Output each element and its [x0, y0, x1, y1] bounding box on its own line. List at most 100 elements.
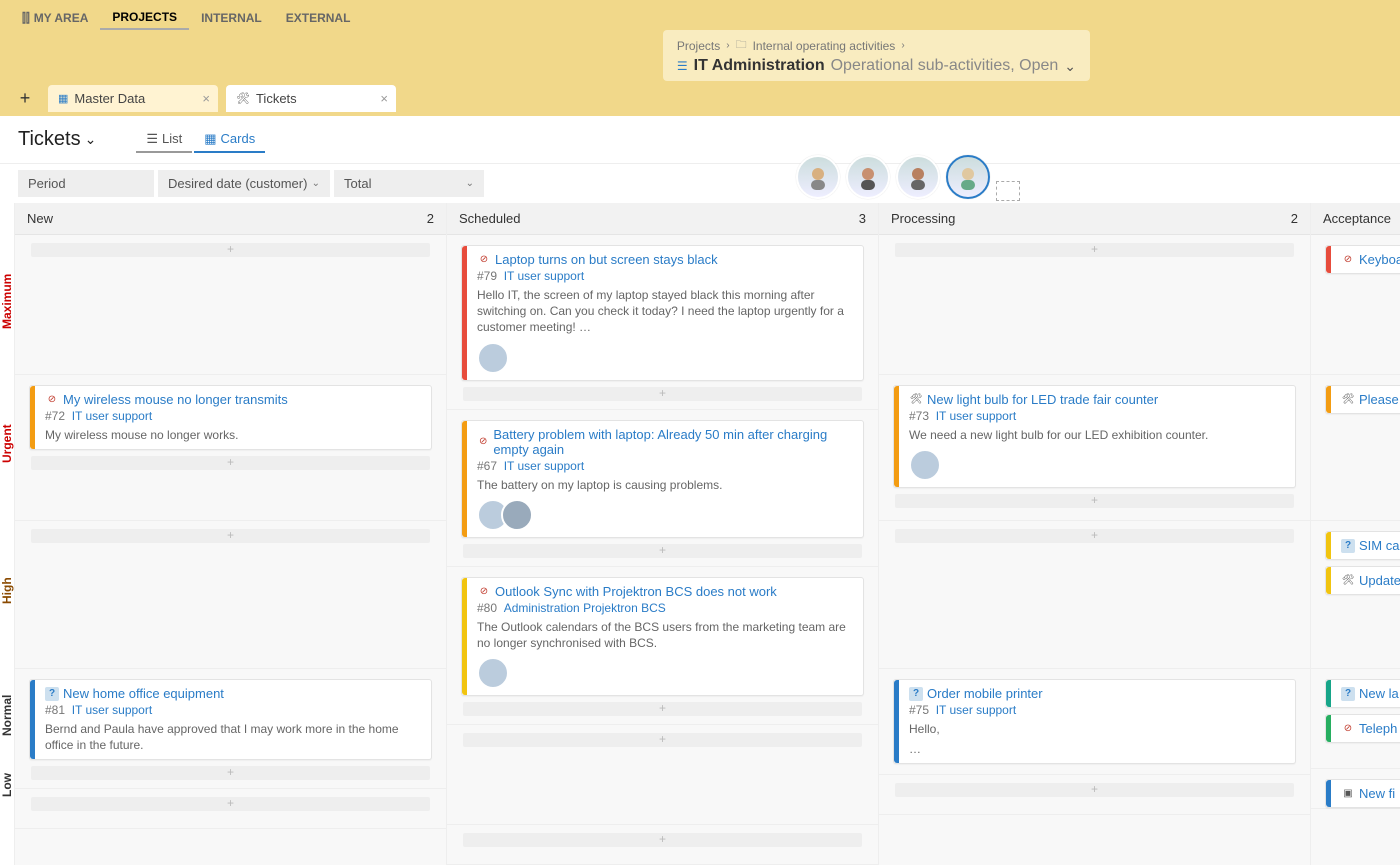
prio-high: High	[0, 517, 14, 665]
top-nav: ⫿⫿ MY AREA PROJECTS INTERNAL EXTERNAL Pr…	[0, 0, 1400, 80]
lane-title: New	[27, 211, 53, 226]
card-67[interactable]: ⊘Battery problem with laptop: Already 50…	[461, 420, 864, 538]
breadcrumb-projects[interactable]: Projects	[677, 39, 720, 53]
add-card-button[interactable]: +	[31, 797, 430, 811]
chevron-right-icon: ›	[726, 40, 729, 51]
card-keyboard[interactable]: ⊘Keyboa	[1325, 245, 1400, 274]
lane-title: Acceptance	[1323, 211, 1391, 226]
question-icon: ?	[1341, 539, 1355, 553]
avatar-icon[interactable]	[477, 657, 509, 689]
add-card-button[interactable]: +	[895, 494, 1294, 508]
page-title[interactable]: Tickets ⌄	[18, 128, 96, 151]
wrench-icon: 🛠	[909, 393, 923, 407]
card-assignees	[477, 499, 853, 531]
project-link[interactable]: IT user support	[72, 409, 152, 423]
nav-tab-projects[interactable]: PROJECTS	[100, 6, 189, 30]
card-80[interactable]: ⊘Outlook Sync with Projektron BCS does n…	[461, 577, 864, 696]
avatar-icon[interactable]	[909, 449, 941, 481]
card-newfi[interactable]: ▣New fi	[1325, 779, 1400, 808]
project-link[interactable]: IT user support	[72, 703, 152, 717]
chevron-down-icon: ⌄	[466, 178, 474, 189]
error-icon: ⊘	[477, 253, 491, 267]
close-icon[interactable]: ×	[202, 91, 210, 106]
project-link[interactable]: IT user support	[936, 409, 1016, 423]
list-icon: ☰	[677, 59, 688, 73]
filter-desired-date[interactable]: Desired date (customer) ⌄	[158, 170, 330, 197]
nav-tab-my-area[interactable]: ⫿⫿ MY AREA	[10, 6, 100, 30]
card-update[interactable]: 🛠Update	[1325, 566, 1400, 595]
lane-scheduled: Scheduled 3 ⊘Laptop turns on but screen s…	[446, 203, 878, 865]
breadcrumb-internal[interactable]: Internal operating activities	[753, 39, 896, 53]
view-cards-button[interactable]: ▦ Cards	[194, 127, 265, 153]
lane-count: 2	[427, 211, 434, 226]
breadcrumb-sub: Operational sub-activities, Open	[831, 57, 1059, 75]
breadcrumb: Projects › 🗀 Internal operating activiti…	[663, 30, 1090, 81]
filter-total[interactable]: Total ⌄	[334, 170, 484, 197]
add-card-button[interactable]: +	[31, 529, 430, 543]
card-79[interactable]: ⊘Laptop turns on but screen stays black …	[461, 245, 864, 381]
wrench-icon: 🛠	[1341, 393, 1355, 407]
error-icon: ⊘	[477, 435, 489, 449]
error-icon: ⊘	[45, 393, 59, 407]
view-switch: ☰ List ▦ Cards	[136, 127, 265, 153]
wrench-icon: 🛠	[1341, 574, 1355, 588]
add-card-button[interactable]: +	[895, 529, 1294, 543]
nav-tab-internal[interactable]: INTERNAL	[189, 6, 274, 30]
project-link[interactable]: IT user support	[504, 459, 584, 473]
card-newla[interactable]: ?New la	[1325, 679, 1400, 708]
filter-row: Period Desired date (customer) ⌄ Total ⌄	[0, 164, 1400, 203]
card-75[interactable]: ?Order mobile printer #75 IT user suppor…	[893, 679, 1296, 764]
add-card-button[interactable]: +	[895, 783, 1294, 797]
close-icon[interactable]: ×	[380, 91, 388, 106]
add-card-button[interactable]: +	[31, 456, 430, 470]
add-card-button[interactable]: +	[463, 733, 862, 747]
add-card-button[interactable]: +	[463, 387, 862, 401]
project-link[interactable]: IT user support	[504, 269, 584, 283]
avatar-icon[interactable]	[501, 499, 533, 531]
chevron-right-icon: ›	[901, 40, 904, 51]
lane-count: 3	[859, 211, 866, 226]
avatar-icon[interactable]	[477, 342, 509, 374]
card-73[interactable]: 🛠New light bulb for LED trade fair count…	[893, 385, 1296, 488]
prio-low: Low	[0, 765, 14, 805]
card-sim[interactable]: ?SIM ca	[1325, 531, 1400, 560]
view-list-button[interactable]: ☰ List	[136, 127, 192, 153]
folder-icon: 🗀	[736, 36, 747, 55]
add-card-button[interactable]: +	[31, 243, 430, 257]
breadcrumb-path: Projects › 🗀 Internal operating activiti…	[677, 36, 1076, 55]
project-link[interactable]: Administration Projektron BCS	[504, 601, 666, 615]
exclaim-icon: ⫿⫿	[22, 11, 30, 26]
add-card-button[interactable]: +	[895, 243, 1294, 257]
card-please[interactable]: 🛠Please	[1325, 385, 1400, 414]
list-icon: ☰	[146, 131, 158, 147]
lane-title: Scheduled	[459, 211, 520, 226]
tab-tickets[interactable]: 🛠 Tickets ×	[226, 85, 396, 112]
prio-normal: Normal	[0, 665, 14, 765]
add-card-button[interactable]: +	[31, 766, 430, 780]
card-72[interactable]: ⊘My wireless mouse no longer transmits #…	[29, 385, 432, 450]
card-assignees	[477, 657, 853, 689]
error-icon: ⊘	[1341, 722, 1355, 736]
question-icon: ?	[45, 687, 59, 701]
add-card-button[interactable]: +	[463, 833, 862, 847]
lane-processing: Processing2 + 🛠New light bulb for LED tr…	[878, 203, 1310, 865]
tab-master-data[interactable]: ▦ Master Data ×	[48, 85, 218, 112]
board: Maximum Urgent High Normal Low New2 + ⊘M…	[0, 203, 1400, 865]
filter-period[interactable]: Period	[18, 170, 154, 197]
nav-tab-external[interactable]: EXTERNAL	[274, 6, 363, 30]
prio-maximum: Maximum	[0, 231, 14, 371]
lane-acceptance: Acceptance ⊘Keyboa 🛠Please ?SIM ca 🛠Upda…	[1310, 203, 1400, 865]
card-teleph[interactable]: ⊘Teleph	[1325, 714, 1400, 743]
top-nav-tabs: ⫿⫿ MY AREA PROJECTS INTERNAL EXTERNAL	[0, 0, 1400, 30]
add-card-button[interactable]: +	[463, 702, 862, 716]
card-81[interactable]: ?New home office equipment #81 IT user s…	[29, 679, 432, 760]
breadcrumb-title-row[interactable]: ☰ IT Administration Operational sub-acti…	[677, 57, 1076, 75]
project-link[interactable]: IT user support	[936, 703, 1016, 717]
card-assignees	[909, 449, 1285, 481]
error-icon: ⊘	[477, 584, 491, 598]
add-tab-button[interactable]: +	[10, 88, 40, 109]
page-header: Tickets ⌄ ☰ List ▦ Cards	[0, 116, 1400, 164]
card-assignees	[477, 342, 853, 374]
add-card-button[interactable]: +	[463, 544, 862, 558]
chevron-down-icon: ⌄	[85, 131, 97, 148]
